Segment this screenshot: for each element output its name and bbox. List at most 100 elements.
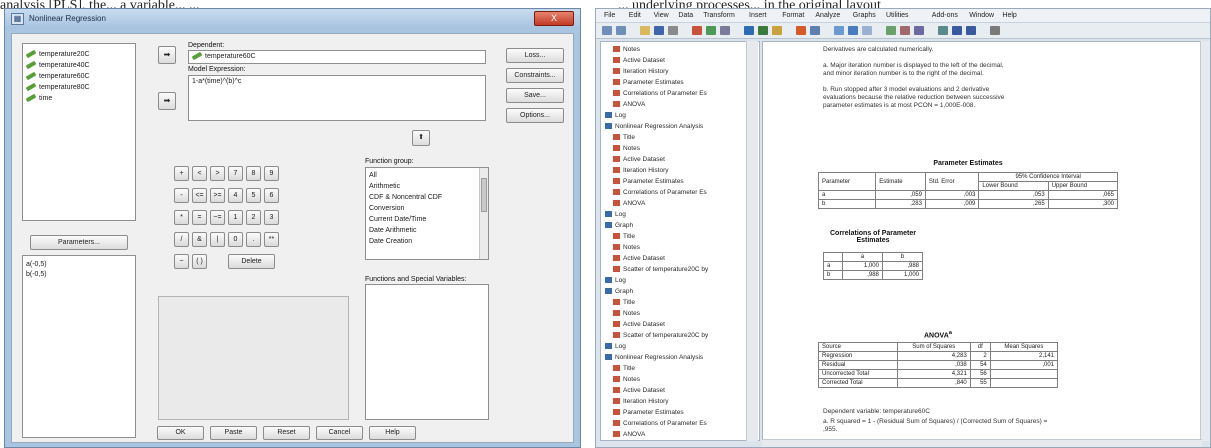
insert-function-button[interactable]: ⬆	[412, 130, 430, 146]
function-group-item[interactable]: Current Date/Time	[369, 214, 485, 225]
variable-list[interactable]: temperature20C temperature40C temperatur…	[22, 43, 136, 221]
demote-icon[interactable]	[966, 26, 976, 35]
outline-item[interactable]: Graph	[605, 222, 633, 229]
keypad-key[interactable]: 6	[264, 188, 279, 203]
dialog-title-bar[interactable]: ▦ Nonlinear Regression X	[5, 9, 580, 29]
recall-dialog-icon[interactable]	[706, 26, 716, 35]
functions-list[interactable]	[365, 284, 489, 420]
model-expression-field[interactable]: 1-a*(time)^(b)^c	[188, 75, 486, 121]
keypad-key[interactable]: **	[264, 232, 279, 247]
options-button[interactable]: Options...	[506, 108, 564, 123]
outline-item[interactable]: Log	[605, 277, 626, 284]
menu-item[interactable]: Transform	[703, 12, 735, 19]
collapse-icon[interactable]	[900, 26, 910, 35]
menu-item[interactable]: Data	[678, 12, 693, 19]
outline-item[interactable]: Active Dataset	[613, 156, 665, 163]
outline-item[interactable]: Notes	[613, 46, 640, 53]
outline-item[interactable]: Graph	[605, 288, 633, 295]
keypad-key[interactable]: /	[174, 232, 189, 247]
keypad-key[interactable]: ~	[174, 254, 189, 269]
function-group-item[interactable]: Date Arithmetic	[369, 225, 485, 236]
keypad-key[interactable]: <	[192, 166, 207, 181]
reset-button[interactable]: Reset	[263, 426, 310, 440]
content-horizontal-scrollbar[interactable]	[762, 439, 1202, 447]
outline-item[interactable]: Active Dataset	[613, 387, 665, 394]
designate-window-icon[interactable]	[810, 26, 820, 35]
variable-item[interactable]: temperature40C	[25, 60, 132, 71]
outline-item[interactable]: Notes	[613, 376, 640, 383]
variables-icon[interactable]	[796, 26, 806, 35]
keypad-key[interactable]: +	[174, 166, 189, 181]
menu-item[interactable]: Edit	[629, 12, 641, 19]
help-button[interactable]: Help	[369, 426, 416, 440]
constraints-button[interactable]: Constraints...	[506, 68, 564, 83]
menu-item[interactable]: Insert	[749, 12, 767, 19]
print-icon[interactable]	[668, 26, 678, 35]
back-icon[interactable]	[602, 26, 612, 35]
outline-item[interactable]: Active Dataset	[613, 57, 665, 64]
variable-item[interactable]: temperature20C	[25, 49, 132, 60]
cancel-button[interactable]: Cancel	[316, 426, 363, 440]
function-group-item[interactable]: All	[369, 170, 485, 181]
function-group-list[interactable]: All Arithmetic CDF & Noncentral CDF Conv…	[365, 167, 489, 260]
outline-item[interactable]: Parameter Estimates	[613, 178, 684, 185]
keypad-key[interactable]: .	[246, 232, 261, 247]
function-group-item[interactable]: Date Creation	[369, 236, 485, 247]
menu-item[interactable]: Format	[782, 12, 804, 19]
delete-button[interactable]: Delete	[228, 254, 275, 269]
outline-item[interactable]: Correlations of Parameter Es	[613, 90, 707, 97]
outline-item[interactable]: Nonlinear Regression Analysis	[605, 354, 703, 361]
move-to-model-button[interactable]: ➡	[158, 92, 176, 110]
outline-item[interactable]: Iteration History	[613, 398, 669, 405]
ok-button[interactable]: OK	[157, 426, 204, 440]
keypad-key[interactable]: |	[210, 232, 225, 247]
move-to-dependent-button[interactable]: ➡	[158, 46, 176, 64]
keypad-key[interactable]: >=	[210, 188, 225, 203]
keypad-key[interactable]: ~=	[210, 210, 225, 225]
keypad-key[interactable]: &	[192, 232, 207, 247]
save-icon[interactable]	[654, 26, 664, 35]
export-icon[interactable]	[692, 26, 702, 35]
keypad-key[interactable]: *	[174, 210, 189, 225]
outline-item[interactable]: Notes	[613, 145, 640, 152]
forward-icon[interactable]	[616, 26, 626, 35]
insert-title-icon[interactable]	[848, 26, 858, 35]
loss-button[interactable]: Loss...	[506, 48, 564, 63]
find-icon[interactable]	[758, 26, 768, 35]
outline-item[interactable]: Log	[605, 211, 626, 218]
menu-item[interactable]: Graphs	[853, 12, 876, 19]
keypad-key[interactable]: =	[192, 210, 207, 225]
goto-data-icon[interactable]	[772, 26, 782, 35]
outline-pane[interactable]: Notes Active Dataset Iteration History Para…	[600, 41, 760, 441]
outline-item[interactable]: Scatter of temperature20C by	[613, 332, 708, 339]
outline-item[interactable]: Scatter of temperature20C by	[613, 266, 708, 273]
outline-item[interactable]: Correlations of Parameter Es	[613, 189, 707, 196]
undo-icon[interactable]	[720, 26, 730, 35]
variable-item[interactable]: temperature80C	[25, 82, 132, 93]
outline-item[interactable]: Iteration History	[613, 68, 669, 75]
function-group-item[interactable]: CDF & Noncentral CDF	[369, 192, 485, 203]
keypad-key[interactable]: 3	[264, 210, 279, 225]
parameters-button[interactable]: Parameters...	[30, 235, 128, 250]
insert-heading-icon[interactable]	[834, 26, 844, 35]
scrollbar-thumb[interactable]	[481, 178, 487, 212]
outline-item[interactable]: ANOVA	[613, 200, 645, 207]
keypad-key[interactable]: 9	[264, 166, 279, 181]
menu-item[interactable]: Analyze	[815, 12, 840, 19]
expand-icon[interactable]	[886, 26, 896, 35]
function-group-scrollbar[interactable]	[479, 168, 488, 259]
parameter-item[interactable]: a(-0,5)	[26, 260, 132, 270]
outline-item[interactable]: Nonlinear Regression Analysis	[605, 123, 703, 130]
close-button[interactable]: X	[534, 11, 574, 26]
menu-item[interactable]: Utilities	[886, 12, 909, 19]
outline-item[interactable]: Title	[613, 134, 635, 141]
parameters-list[interactable]: a(-0,5) b(-0,5)	[22, 255, 136, 438]
outline-item[interactable]: ANOVA	[613, 101, 645, 108]
keypad-key[interactable]: 4	[228, 188, 243, 203]
outline-item[interactable]: Title	[613, 365, 635, 372]
outline-item[interactable]: Parameter Estimates	[613, 79, 684, 86]
outline-item[interactable]: Log	[605, 343, 626, 350]
parameter-item[interactable]: b(-0,5)	[26, 270, 132, 280]
paste-button[interactable]: Paste	[210, 426, 257, 440]
keypad-key[interactable]: 0	[228, 232, 243, 247]
